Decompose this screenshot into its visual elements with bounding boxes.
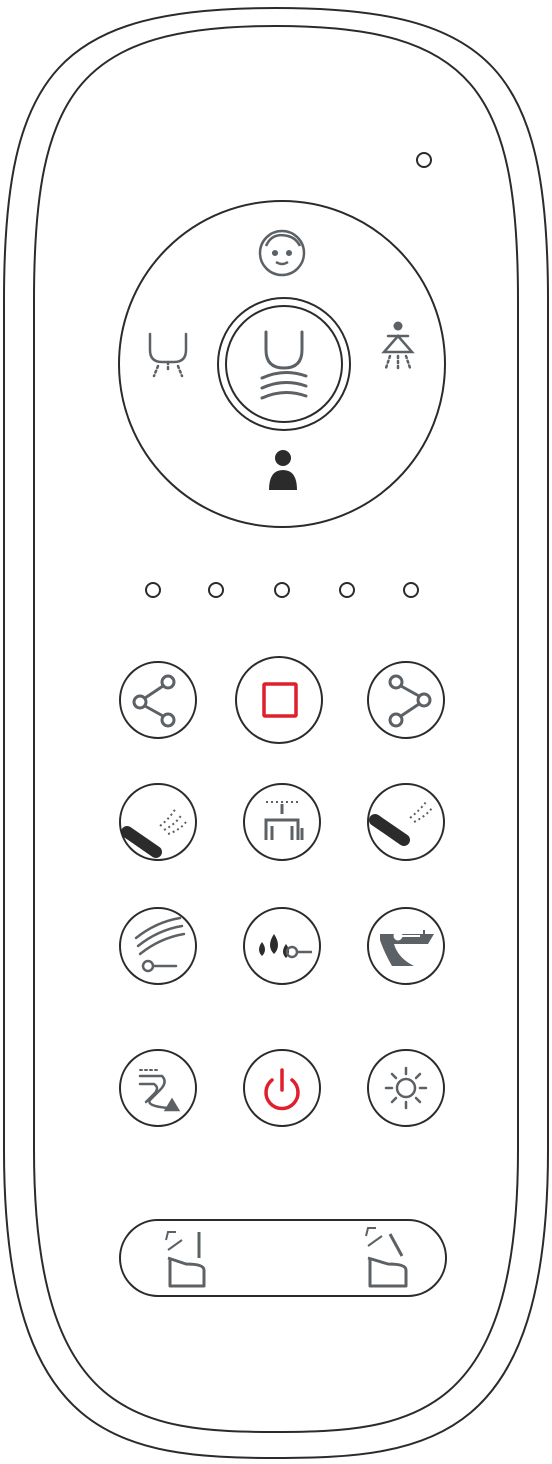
level-led xyxy=(208,582,224,598)
share-left-icon xyxy=(132,674,176,728)
lid-open-button[interactable] xyxy=(284,1222,444,1294)
stop-button[interactable] xyxy=(235,656,323,744)
status-led xyxy=(416,152,432,168)
nozzle-spray-left-icon xyxy=(121,807,187,858)
remote-svg xyxy=(3,6,549,1460)
share-left-button[interactable] xyxy=(119,661,197,739)
nozzle-spray-right-icon xyxy=(369,801,433,846)
level-indicator-row xyxy=(145,582,419,598)
seat-temp-icon xyxy=(380,930,434,966)
level-led xyxy=(403,582,419,598)
stop-icon xyxy=(262,682,298,718)
water-temp-button[interactable] xyxy=(243,907,321,985)
level-led xyxy=(145,582,161,598)
night-light-icon xyxy=(384,1066,428,1110)
power-button[interactable] xyxy=(243,1049,321,1127)
dial-center-button[interactable] xyxy=(217,297,351,431)
night-light-button[interactable] xyxy=(367,1049,445,1127)
rear-wash-button[interactable] xyxy=(148,332,188,378)
remote-control xyxy=(0,0,552,1464)
feminine-wash-button[interactable] xyxy=(381,321,415,372)
power-icon xyxy=(264,1068,300,1111)
seat-temp-button[interactable] xyxy=(367,907,445,985)
nozzle-spray-left-button[interactable] xyxy=(119,783,197,861)
feminine-wash-icon xyxy=(381,321,415,372)
share-right-icon xyxy=(388,674,432,728)
dryer-temp-button[interactable] xyxy=(119,907,197,985)
water-temp-icon xyxy=(259,934,312,959)
wash-dry-icon xyxy=(260,330,308,400)
level-led xyxy=(274,582,290,598)
user-icon xyxy=(269,450,297,490)
nozzle-clean-button[interactable] xyxy=(243,783,321,861)
rear-wash-icon xyxy=(148,332,188,378)
nozzle-spray-right-button[interactable] xyxy=(367,783,445,861)
dryer-temp-icon xyxy=(134,916,186,973)
deodorizer-icon xyxy=(138,1069,181,1112)
nozzle-clean-icon xyxy=(264,801,304,840)
user-profile-button[interactable] xyxy=(269,450,297,490)
child-face-icon xyxy=(258,229,306,277)
deodorizer-button[interactable] xyxy=(119,1049,197,1127)
seat-lid-open-button[interactable] xyxy=(122,1222,282,1294)
level-led xyxy=(339,582,355,598)
share-right-button[interactable] xyxy=(367,661,445,739)
child-mode-button[interactable] xyxy=(258,229,306,277)
